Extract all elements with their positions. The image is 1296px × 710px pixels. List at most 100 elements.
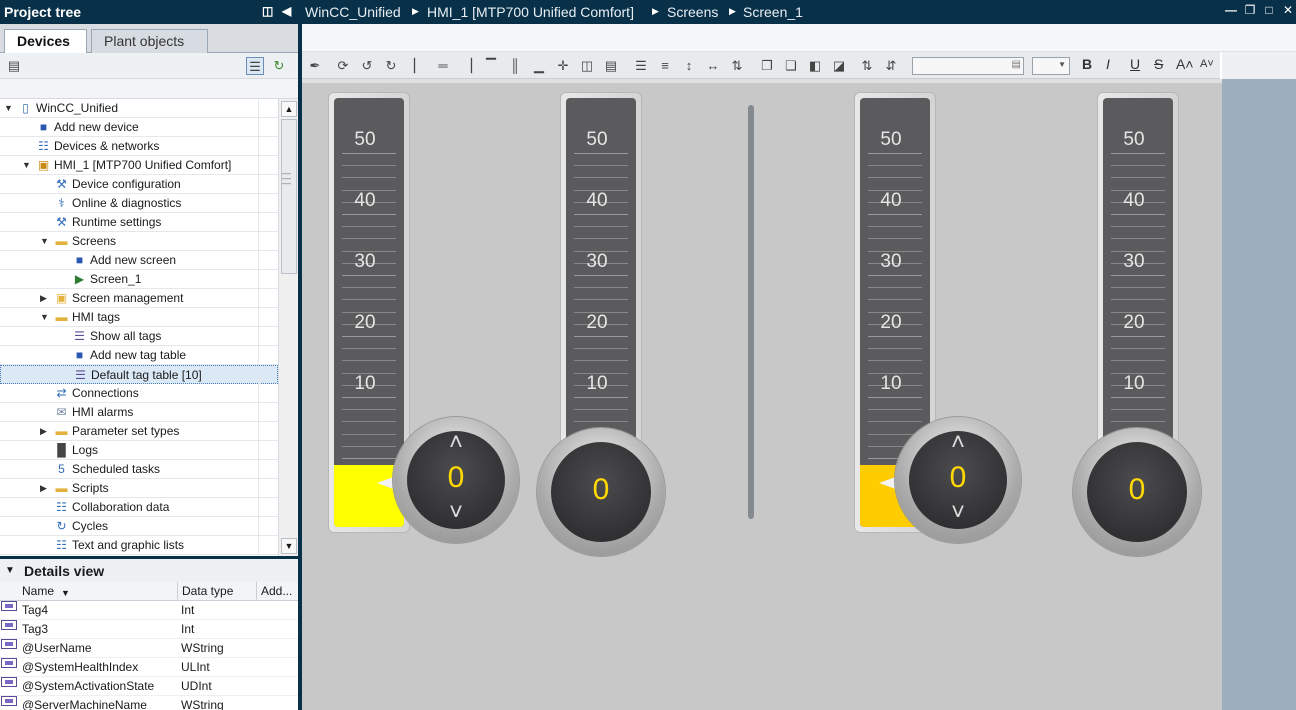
expand-right-icon[interactable]: ▶ bbox=[40, 479, 50, 497]
underline-button[interactable]: U bbox=[1130, 56, 1140, 72]
tree-scrollbar[interactable]: ▲ — — — ▼ bbox=[278, 99, 298, 556]
same-height-icon[interactable]: ▤ bbox=[602, 57, 620, 75]
tree-item[interactable]: ☰ Default tag table [10] bbox=[0, 365, 278, 385]
font-family-field[interactable]: ▤ bbox=[912, 57, 1024, 75]
value-knob[interactable]: 0 bbox=[1073, 428, 1201, 556]
stretch-horizontal-icon[interactable]: ↔ bbox=[704, 57, 722, 75]
chevron-up-icon[interactable]: ˄ bbox=[895, 431, 1021, 455]
properties-icon[interactable]: ▤ bbox=[5, 57, 23, 75]
tree-item[interactable]: █ Logs bbox=[0, 441, 278, 460]
breadcrumb-hmi[interactable]: HMI_1 [MTP700 Unified Comfort] bbox=[427, 4, 634, 20]
chevron-down-icon[interactable]: ˅ bbox=[895, 501, 1021, 525]
breadcrumb-screen[interactable]: Screen_1 bbox=[743, 4, 803, 20]
tree-item[interactable]: ▶ ▬ Parameter set types bbox=[0, 422, 278, 441]
font-size-field[interactable]: ▼ bbox=[1032, 57, 1070, 75]
thermometer-gauge[interactable]: 50 40 30 20 10 0 bbox=[1073, 92, 1201, 556]
same-width-icon[interactable]: ◫ bbox=[578, 57, 596, 75]
move-down-icon[interactable]: ⇵ bbox=[882, 57, 900, 75]
column-data-type[interactable]: Data type bbox=[177, 582, 233, 601]
tree-item[interactable]: ■ Add new device bbox=[0, 118, 278, 137]
expand-right-icon[interactable]: ▶ bbox=[40, 289, 50, 307]
bold-button[interactable]: B bbox=[1082, 56, 1092, 72]
forward-icon[interactable]: ◧ bbox=[806, 57, 824, 75]
tree-item[interactable]: ▼ ▣ HMI_1 [MTP700 Unified Comfort] bbox=[0, 156, 278, 175]
align-top-icon[interactable]: ▔ bbox=[482, 57, 500, 75]
tree-item[interactable]: ▶ ▣ Screen management bbox=[0, 289, 278, 308]
sort-down-icon[interactable]: ▼ bbox=[61, 584, 70, 602]
close-icon[interactable]: ✕ bbox=[1281, 3, 1295, 17]
scroll-up-icon[interactable]: ▲ bbox=[281, 101, 297, 117]
tree-item[interactable]: 5 Scheduled tasks bbox=[0, 460, 278, 479]
backward-icon[interactable]: ◪ bbox=[830, 57, 848, 75]
vertical-line-object[interactable] bbox=[748, 105, 754, 519]
stretch-both-icon[interactable]: ⇅ bbox=[728, 57, 746, 75]
details-view-header[interactable]: ▼ Details view bbox=[0, 556, 298, 582]
send-to-back-icon[interactable]: ❏ bbox=[782, 57, 800, 75]
value-knob[interactable]: 0 ˄ ˅ bbox=[895, 417, 1021, 543]
tree-item[interactable]: ▼ ▬ Screens bbox=[0, 232, 278, 251]
table-row[interactable]: @SystemActivationState UDInt bbox=[0, 677, 298, 696]
bring-to-front-icon[interactable]: ❐ bbox=[758, 57, 776, 75]
font-shrink-button[interactable]: A˅ bbox=[1200, 58, 1214, 70]
tree-item[interactable]: ☷ Collaboration data bbox=[0, 498, 278, 517]
tree-item[interactable]: ⚒ Device configuration bbox=[0, 175, 278, 194]
center-icon[interactable]: ✛ bbox=[554, 57, 572, 75]
value-knob[interactable]: 0 bbox=[537, 428, 665, 556]
scroll-thumb[interactable] bbox=[281, 119, 297, 274]
chevron-down-icon[interactable]: ▼ bbox=[1058, 60, 1066, 69]
align-right-icon[interactable]: ▕ bbox=[458, 57, 476, 75]
breadcrumb-project[interactable]: WinCC_Unified bbox=[305, 4, 401, 20]
font-list-icon[interactable]: ▤ bbox=[1012, 59, 1021, 70]
font-grow-button[interactable]: A˄ bbox=[1176, 56, 1194, 72]
table-row[interactable]: Tag4 Int bbox=[0, 601, 298, 620]
minimize-icon[interactable]: — bbox=[1224, 3, 1238, 17]
chevron-down-icon[interactable]: ˅ bbox=[393, 501, 519, 525]
list-view-icon[interactable]: ☰ bbox=[246, 57, 264, 75]
breadcrumb-screens[interactable]: Screens bbox=[667, 4, 718, 20]
distribute-horizontal-icon[interactable]: ☰ bbox=[632, 57, 650, 75]
expand-down-icon[interactable]: ▼ bbox=[22, 156, 32, 174]
table-row[interactable]: Tag3 Int bbox=[0, 620, 298, 639]
rotate-right-icon[interactable]: ↻ bbox=[382, 57, 400, 75]
align-center-icon[interactable]: ═ bbox=[434, 57, 452, 75]
tab-plant-objects[interactable]: Plant objects bbox=[91, 29, 208, 53]
table-row[interactable]: @SystemHealthIndex ULInt bbox=[0, 658, 298, 677]
tree-item[interactable]: ■ Add new screen bbox=[0, 251, 278, 270]
column-address[interactable]: Add... bbox=[256, 582, 292, 601]
refresh-icon[interactable]: ↻ bbox=[270, 57, 288, 75]
tab-devices[interactable]: Devices bbox=[4, 29, 87, 54]
format-painter-icon[interactable]: ✒ bbox=[306, 57, 324, 75]
align-bottom-icon[interactable]: ▁ bbox=[530, 57, 548, 75]
value-knob[interactable]: 0 ˄ ˅ bbox=[393, 417, 519, 543]
tree-item[interactable]: ✉ HMI alarms bbox=[0, 403, 278, 422]
restore-icon[interactable]: ❐ bbox=[1243, 3, 1257, 17]
tree-item[interactable]: ⇄ Connections bbox=[0, 384, 278, 403]
italic-button[interactable]: I bbox=[1106, 56, 1110, 72]
expand-down-icon[interactable]: ▼ bbox=[40, 232, 50, 250]
collapse-left-icon[interactable]: ◀ bbox=[282, 4, 291, 18]
scroll-down-icon[interactable]: ▼ bbox=[281, 538, 297, 554]
screen-canvas[interactable]: 50 40 30 20 10 0 ˄ ˅ 50 40 30 20 10 0 50 40 30 20 10 0 ˄ ˅ 50 4… bbox=[302, 79, 1222, 710]
expand-right-icon[interactable]: ▶ bbox=[40, 422, 50, 440]
rotate-left-icon[interactable]: ↺ bbox=[358, 57, 376, 75]
expand-down-icon[interactable]: ▼ bbox=[40, 308, 50, 326]
tree-item[interactable]: ■ Add new tag table bbox=[0, 346, 278, 365]
chevron-up-icon[interactable]: ˄ bbox=[393, 431, 519, 455]
move-up-icon[interactable]: ⇅ bbox=[858, 57, 876, 75]
align-left-icon[interactable]: ▏ bbox=[410, 57, 428, 75]
table-row[interactable]: @UserName WString bbox=[0, 639, 298, 658]
align-middle-icon[interactable]: ║ bbox=[506, 57, 524, 75]
thermometer-gauge[interactable]: 50 40 30 20 10 0 bbox=[537, 92, 665, 556]
tree-item[interactable]: ⚕ Online & diagnostics bbox=[0, 194, 278, 213]
expand-down-icon[interactable]: ▼ bbox=[4, 99, 14, 117]
tree-item[interactable]: ▼ ▬ HMI tags bbox=[0, 308, 278, 327]
tree-item[interactable]: ↻ Cycles bbox=[0, 517, 278, 536]
rotate-icon[interactable]: ⟳ bbox=[334, 57, 352, 75]
column-name[interactable]: Name bbox=[22, 582, 54, 600]
tree-item[interactable]: ⚒ Runtime settings bbox=[0, 213, 278, 232]
table-row[interactable]: @ServerMachineName WString bbox=[0, 696, 298, 710]
stretch-vertical-icon[interactable]: ↕ bbox=[680, 57, 698, 75]
tree-item[interactable]: ☷ Devices & networks bbox=[0, 137, 278, 156]
tree-item[interactable]: ▶ Screen_1 bbox=[0, 270, 278, 289]
tree-item[interactable]: ☰ Show all tags bbox=[0, 327, 278, 346]
